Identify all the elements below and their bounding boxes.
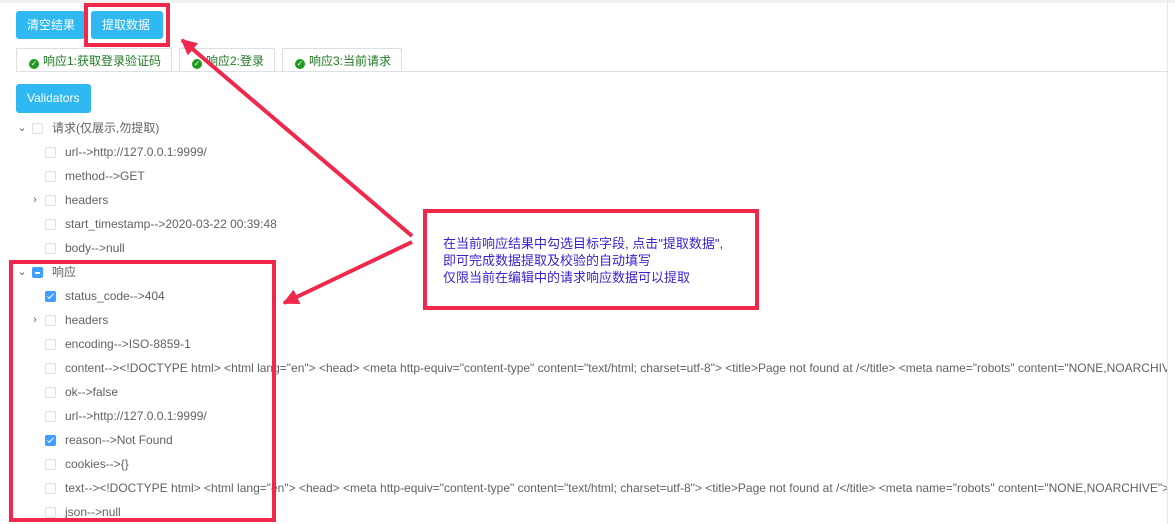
annotation-line: 在当前响应结果中勾选目标字段, 点击"提取数据", [443, 236, 724, 251]
tabs-divider [16, 71, 1168, 72]
tree-node-request-start-timestamp[interactable]: start_timestamp-->2020-03-22 00:39:48 [0, 212, 400, 236]
tab-label: 响应1:获取登录验证码 [43, 54, 162, 68]
tree-node-request-url[interactable]: url-->http://127.0.0.1:9999/ [0, 140, 400, 164]
chevron-down-icon[interactable]: ⌄ [17, 116, 27, 140]
annotation-highlight-response [9, 260, 276, 522]
tree-node-request-headers[interactable]: › headers [0, 188, 400, 212]
tree-node-label: body-->null [65, 241, 125, 255]
tab-label: 响应2:登录 [206, 54, 265, 68]
annotation-highlight-extract [84, 3, 170, 47]
check-circle-icon: ✓ [295, 59, 305, 69]
clear-results-button[interactable]: 清空结果 [16, 11, 85, 39]
check-circle-icon: ✓ [192, 59, 202, 69]
tab-response-2[interactable]: ✓ 响应2:登录 [179, 48, 276, 72]
tree-node-label: headers [65, 193, 109, 207]
chevron-right-icon[interactable]: › [30, 188, 40, 212]
tree-checkbox[interactable] [45, 219, 56, 230]
annotation-callout: 在当前响应结果中勾选目标字段, 点击"提取数据", 即可完成数据提取及校验的自动… [423, 209, 759, 310]
tab-response-3[interactable]: ✓ 响应3:当前请求 [282, 48, 403, 72]
check-circle-icon: ✓ [29, 59, 39, 69]
tree-node-request-body[interactable]: body-->null [0, 236, 400, 260]
tree-node-label: method-->GET [65, 169, 145, 183]
tab-response-1[interactable]: ✓ 响应1:获取登录验证码 [16, 48, 173, 72]
tree-checkbox[interactable] [45, 243, 56, 254]
annotation-line: 即可完成数据提取及校验的自动填写 [443, 253, 652, 268]
annotation-line: 仅限当前在编辑中的请求响应数据可以提取 [443, 270, 691, 285]
validators-button[interactable]: Validators [16, 84, 91, 113]
tree-node-label: start_timestamp-->2020-03-22 00:39:48 [65, 217, 277, 231]
top-divider [0, 0, 1175, 3]
tree-node-request[interactable]: ⌄ 请求(仅展示,勿提取) [0, 116, 300, 140]
right-border [1167, 0, 1168, 524]
tree-node-request-method[interactable]: method-->GET [0, 164, 400, 188]
tree-node-label: url-->http://127.0.0.1:9999/ [65, 145, 207, 159]
tree-checkbox[interactable] [45, 147, 56, 158]
tab-label: 响应3:当前请求 [309, 54, 392, 68]
tree-checkbox[interactable] [32, 123, 43, 134]
tree-node-label: 请求(仅展示,勿提取) [52, 121, 160, 135]
tree-checkbox[interactable] [45, 171, 56, 182]
tree-checkbox[interactable] [45, 195, 56, 206]
